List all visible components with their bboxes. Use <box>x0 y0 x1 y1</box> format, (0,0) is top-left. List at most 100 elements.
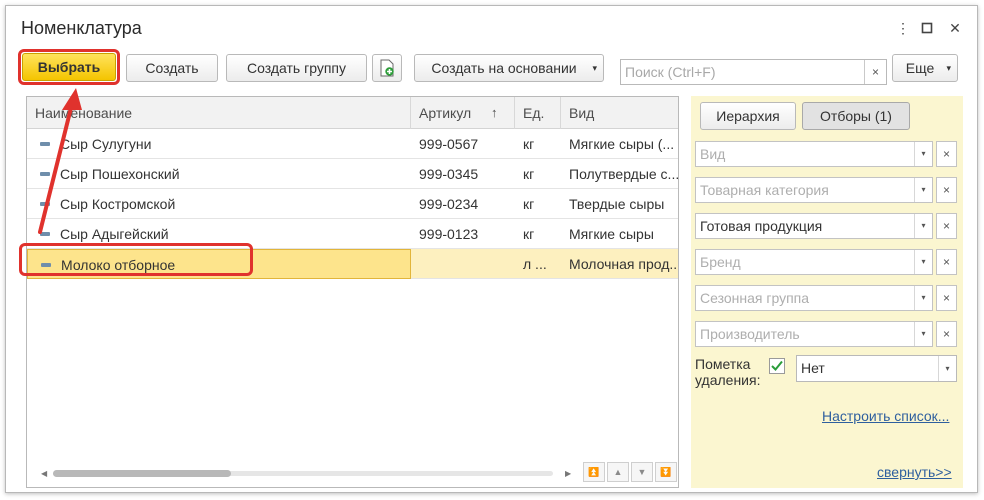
cell-text: Сыр Адыгейский <box>60 226 169 242</box>
column-header-kind[interactable]: Вид <box>561 97 678 129</box>
cell-kind: Мягкие сыры <box>561 219 678 249</box>
annotation-arrow <box>38 88 82 234</box>
filter-input[interactable]: Производитель ▾ <box>695 321 933 347</box>
clear-search-icon[interactable]: × <box>864 60 886 84</box>
cell-text: Твердые сыры <box>569 196 665 212</box>
chevron-down-icon: ▾ <box>946 63 951 73</box>
cell-text: л ... <box>523 256 547 272</box>
column-header-article-label: Артикул <box>419 105 472 121</box>
filter-input[interactable]: Бренд ▾ <box>695 249 933 275</box>
deletion-mark-label: Пометка удаления: <box>695 356 761 388</box>
cell-text: кг <box>523 196 535 212</box>
chevron-down-icon[interactable]: ▾ <box>914 214 932 238</box>
cell-text: Мягкие сыры (... <box>569 136 675 152</box>
deletion-mark-select[interactable]: Нет ▾ <box>796 355 957 382</box>
search-placeholder: Поиск (Ctrl+F) <box>625 64 716 80</box>
create-copy-button[interactable] <box>372 54 402 82</box>
search-input[interactable]: Поиск (Ctrl+F) × <box>620 59 887 85</box>
create-based-on-label: Создать на основании <box>431 60 577 76</box>
scroll-right-icon[interactable]: ▶ <box>565 469 571 478</box>
close-window-icon[interactable]: ✕ <box>946 19 964 37</box>
chevron-down-icon[interactable]: ▾ <box>914 322 932 346</box>
cell-name: Сыр Пошехонский <box>27 159 411 189</box>
add-document-icon <box>380 59 394 77</box>
create-group-button[interactable]: Создать группу <box>226 54 367 82</box>
deletion-mark-value: Нет <box>801 360 825 376</box>
filter-field: Вид ▾ × <box>695 141 957 167</box>
cell-article: 999-0234 <box>411 189 515 219</box>
chevron-down-icon: ▾ <box>592 63 597 73</box>
collapse-link[interactable]: свернуть>> <box>877 464 952 480</box>
hierarchy-tab[interactable]: Иерархия <box>700 102 796 130</box>
cell-text: 999-0123 <box>419 226 479 242</box>
filters-tab[interactable]: Отборы (1) <box>802 102 910 130</box>
filter-field: Товарная категория ▾ × <box>695 177 957 203</box>
chevron-down-icon[interactable]: ▾ <box>914 286 932 310</box>
nomenclature-window: Номенклатура ⋮ ✕ Выбрать Создать Создать… <box>5 5 978 493</box>
filter-value: Готовая продукция <box>700 218 823 234</box>
scroll-left-icon[interactable]: ◀ <box>41 469 47 478</box>
restore-window-icon[interactable] <box>918 19 936 37</box>
filter-input[interactable]: Сезонная группа ▾ <box>695 285 933 311</box>
column-header-article[interactable]: Артикул ↑ <box>411 97 515 129</box>
cell-kind: Полутвердые с... <box>561 159 679 189</box>
item-icon <box>40 172 50 176</box>
chevron-down-icon[interactable]: ▾ <box>914 142 932 166</box>
cell-article: 999-0345 <box>411 159 515 189</box>
cell-text: кг <box>523 166 535 182</box>
chevron-down-icon[interactable]: ▾ <box>914 250 932 274</box>
more-actions-icon[interactable]: ⋮ <box>894 19 912 37</box>
cell-text: Мягкие сыры <box>569 226 654 242</box>
deletion-mark-checkbox[interactable] <box>769 358 785 374</box>
cell-unit: кг <box>515 159 561 189</box>
filter-placeholder: Вид <box>700 146 726 162</box>
select-button-highlight <box>18 49 120 85</box>
scrollbar-thumb[interactable] <box>53 470 231 477</box>
cell-article: 999-0123 <box>411 219 515 249</box>
column-header-name[interactable]: Наименование <box>27 97 411 129</box>
clear-filter-icon[interactable]: × <box>936 285 957 311</box>
clear-filter-icon[interactable]: × <box>936 141 957 167</box>
filter-input[interactable]: Готовая продукция ▾ <box>695 213 933 239</box>
scroll-to-top-icon[interactable]: ⏫ <box>583 462 605 482</box>
cell-text: кг <box>523 136 535 152</box>
cell-text: 999-0234 <box>419 196 479 212</box>
cell-article <box>411 249 515 279</box>
more-label: Еще <box>905 60 935 76</box>
filter-field: Сезонная группа ▾ × <box>695 285 957 311</box>
cell-article: 999-0567 <box>411 129 515 159</box>
nomenclature-table: Наименование Артикул ↑ Ед. Вид Сыр Сулуг… <box>26 96 679 488</box>
filter-placeholder: Производитель <box>700 326 800 342</box>
create-based-on-button[interactable]: Создать на основании ▾ <box>414 54 604 82</box>
horizontal-scrollbar[interactable]: ◀ ▶ <box>41 469 577 478</box>
clear-filter-icon[interactable]: × <box>936 249 957 275</box>
clear-filter-icon[interactable]: × <box>936 321 957 347</box>
scroll-up-icon[interactable]: ▲ <box>607 462 629 482</box>
chevron-down-icon: ▾ <box>938 356 956 381</box>
filter-field: Производитель ▾ × <box>695 321 957 347</box>
cell-text: кг <box>523 226 535 242</box>
table-row[interactable]: Сыр Пошехонский 999-0345 кг Полутвердые с..… <box>27 159 678 189</box>
table-row[interactable]: Сыр Сулугуни 999-0567 кг Мягкие сыры (... <box>27 129 678 159</box>
chevron-down-icon[interactable]: ▾ <box>914 178 932 202</box>
cell-kind: Мягкие сыры (... <box>561 129 678 159</box>
window-title: Номенклатура <box>21 18 142 38</box>
cell-unit: кг <box>515 189 561 219</box>
filter-input[interactable]: Вид ▾ <box>695 141 933 167</box>
table-row[interactable]: Сыр Костромской 999-0234 кг Твердые сыры <box>27 189 678 219</box>
cell-unit: кг <box>515 219 561 249</box>
configure-list-link[interactable]: Настроить список... <box>822 408 949 424</box>
clear-filter-icon[interactable]: × <box>936 213 957 239</box>
more-button[interactable]: Еще ▾ <box>892 54 958 82</box>
scroll-to-bottom-icon[interactable]: ⏬ <box>655 462 677 482</box>
filter-field: Бренд ▾ × <box>695 249 957 275</box>
scroll-down-icon[interactable]: ▼ <box>631 462 653 482</box>
cell-kind: Твердые сыры <box>561 189 678 219</box>
cell-text: Полутвердые с... <box>569 166 679 182</box>
cell-text: Молочная прод... <box>569 256 679 272</box>
clear-filter-icon[interactable]: × <box>936 177 957 203</box>
create-button[interactable]: Создать <box>126 54 218 82</box>
cell-text: Сыр Пошехонский <box>60 166 180 182</box>
column-header-unit[interactable]: Ед. <box>515 97 561 129</box>
filter-input[interactable]: Товарная категория ▾ <box>695 177 933 203</box>
